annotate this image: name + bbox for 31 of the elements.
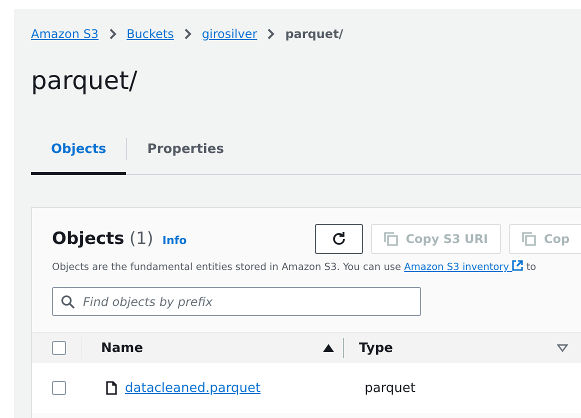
inventory-link[interactable]: Amazon S3 inventory (404, 262, 524, 273)
object-count: (1) (129, 229, 154, 249)
chevron-icon (108, 28, 117, 40)
copy-icon (522, 232, 536, 246)
row-checkbox[interactable] (52, 381, 66, 395)
chevron-icon (184, 28, 192, 40)
column-header[interactable]: Type (359, 340, 393, 356)
breadcrumb-link[interactable]: Buckets (126, 27, 174, 41)
external-link-icon (512, 260, 524, 271)
file-icon (106, 381, 117, 395)
sort-ascending-icon[interactable] (323, 344, 334, 352)
search-field[interactable]: Find objects by prefix (52, 287, 421, 316)
breadcrumb-current: parquet/ (285, 27, 344, 41)
copy-icon (384, 232, 398, 246)
search-icon (61, 295, 75, 309)
object-name-link[interactable]: datacleaned.parquet (125, 380, 261, 396)
chevron-icon (267, 28, 276, 40)
breadcrumb-link[interactable]: Amazon S3 (31, 27, 99, 41)
sort-icon[interactable] (556, 344, 568, 352)
refresh-button[interactable] (314, 224, 363, 254)
select-all-checkbox[interactable] (52, 341, 66, 355)
panel-description: Objects are the fundamental entities stored in Amazon S3. You can use Amazon S3 inventory to (52, 260, 538, 273)
refresh-icon (330, 231, 347, 247)
column-header[interactable]: Name (101, 340, 144, 356)
breadcrumb-link[interactable]: girosilver (202, 27, 258, 41)
tab[interactable]: Properties (127, 126, 244, 175)
info-link[interactable]: Info (162, 234, 187, 247)
tab[interactable]: Objects (31, 126, 126, 175)
table-cell: parquet (364, 380, 416, 396)
panel-title: Objects (52, 229, 124, 249)
page-title: parquet/ (31, 65, 138, 97)
